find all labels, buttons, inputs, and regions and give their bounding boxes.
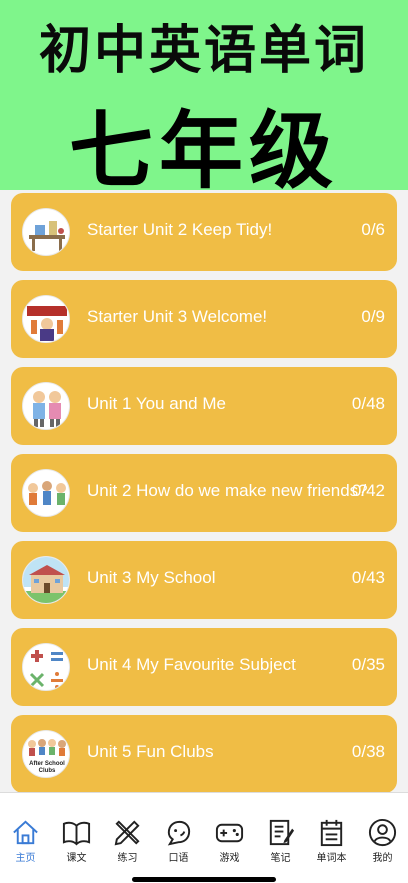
- unit-progress-count: 0/6: [361, 220, 385, 239]
- tab-speaking[interactable]: 口语: [153, 793, 204, 865]
- unit-title: Unit 5 Fun Clubs: [87, 742, 214, 761]
- unit-card[interactable]: Starter Unit 2 Keep Tidy! 0/6: [11, 193, 397, 271]
- tab-home[interactable]: 主页: [0, 793, 51, 865]
- tab-profile[interactable]: 我的: [357, 793, 408, 865]
- svg-text:Clubs: Clubs: [39, 768, 56, 774]
- tab-label: 笔记: [270, 853, 291, 864]
- unit-title: Unit 1 You and Me: [87, 394, 226, 413]
- unit-card[interactable]: Unit 2 How do we make new friends? 0/42: [11, 454, 397, 532]
- unit-list[interactable]: Starter Unit 2 Keep Tidy! 0/6 Starter Un…: [0, 190, 408, 792]
- unit-title: Unit 3 My School: [87, 568, 216, 587]
- tab-wordbook[interactable]: 单词本: [306, 793, 357, 865]
- pencil-ruler-icon: [114, 820, 140, 846]
- title-banner: 初中英语单词 七年级: [0, 0, 408, 190]
- unit-card[interactable]: Unit 4 My Favourite Subject 0/35: [11, 628, 397, 706]
- unit-card[interactable]: Starter Unit 3 Welcome! 0/9: [11, 280, 397, 358]
- tab-label: 主页: [15, 853, 36, 864]
- tab-practice[interactable]: 练习: [102, 793, 153, 865]
- tab-label: 课文: [66, 853, 87, 864]
- unit-progress-count: 0/43: [351, 568, 385, 587]
- two-friends-picture: [22, 382, 70, 430]
- welcome-banner-picture: [22, 295, 70, 343]
- unit-progress-count: 0/38: [351, 742, 385, 761]
- home-indicator: [132, 877, 276, 882]
- after-school-clubs-picture: After School Clubs: [22, 730, 70, 778]
- home-icon: [13, 820, 38, 845]
- unit-card[interactable]: After School Clubs Unit 5 Fun Clubs 0/38: [11, 715, 397, 792]
- svg-text:After School: After School: [29, 761, 65, 767]
- tab-label: 练习: [117, 853, 138, 864]
- unit-title: Starter Unit 2 Keep Tidy!: [87, 220, 273, 239]
- speech-face-icon: [167, 820, 191, 846]
- unit-progress-count: 0/35: [351, 655, 385, 674]
- unit-progress-count: 0/9: [361, 307, 385, 326]
- calendar-book-icon: [320, 819, 343, 847]
- tab-label: 游戏: [219, 853, 240, 864]
- tab-notes[interactable]: 笔记: [255, 793, 306, 865]
- unit-title: Starter Unit 3 Welcome!: [87, 307, 268, 326]
- tab-games[interactable]: 游戏: [204, 793, 255, 865]
- bottom-tab-bar: 主页 课文 练习 口语 游戏 笔记 单词本 我的: [0, 792, 408, 883]
- banner-grade: 七年级: [68, 102, 339, 190]
- gamepad-icon: [215, 823, 244, 843]
- school-building-picture: [22, 556, 70, 604]
- tab-label: 口语: [168, 853, 189, 864]
- tab-label: 单词本: [316, 853, 347, 864]
- unit-title: Unit 4 My Favourite Subject: [87, 655, 296, 674]
- book-icon: [62, 821, 91, 846]
- math-symbols-picture: [22, 643, 70, 691]
- unit-card[interactable]: Unit 1 You and Me 0/48: [11, 367, 397, 445]
- tab-label: 我的: [372, 853, 393, 864]
- tidy-desk-picture: [22, 208, 70, 256]
- unit-progress-count: 0/42: [351, 481, 385, 500]
- unit-card[interactable]: Unit 3 My School 0/43: [11, 541, 397, 619]
- user-profile-icon: [368, 818, 397, 847]
- tab-text[interactable]: 课文: [51, 793, 102, 865]
- notebook-pen-icon: [269, 819, 295, 846]
- unit-progress-count: 0/48: [351, 394, 385, 413]
- unit-title: Unit 2 How do we make new friends?: [87, 481, 368, 500]
- group-of-kids-picture: [22, 469, 70, 517]
- banner-title: 初中英语单词: [38, 21, 369, 81]
